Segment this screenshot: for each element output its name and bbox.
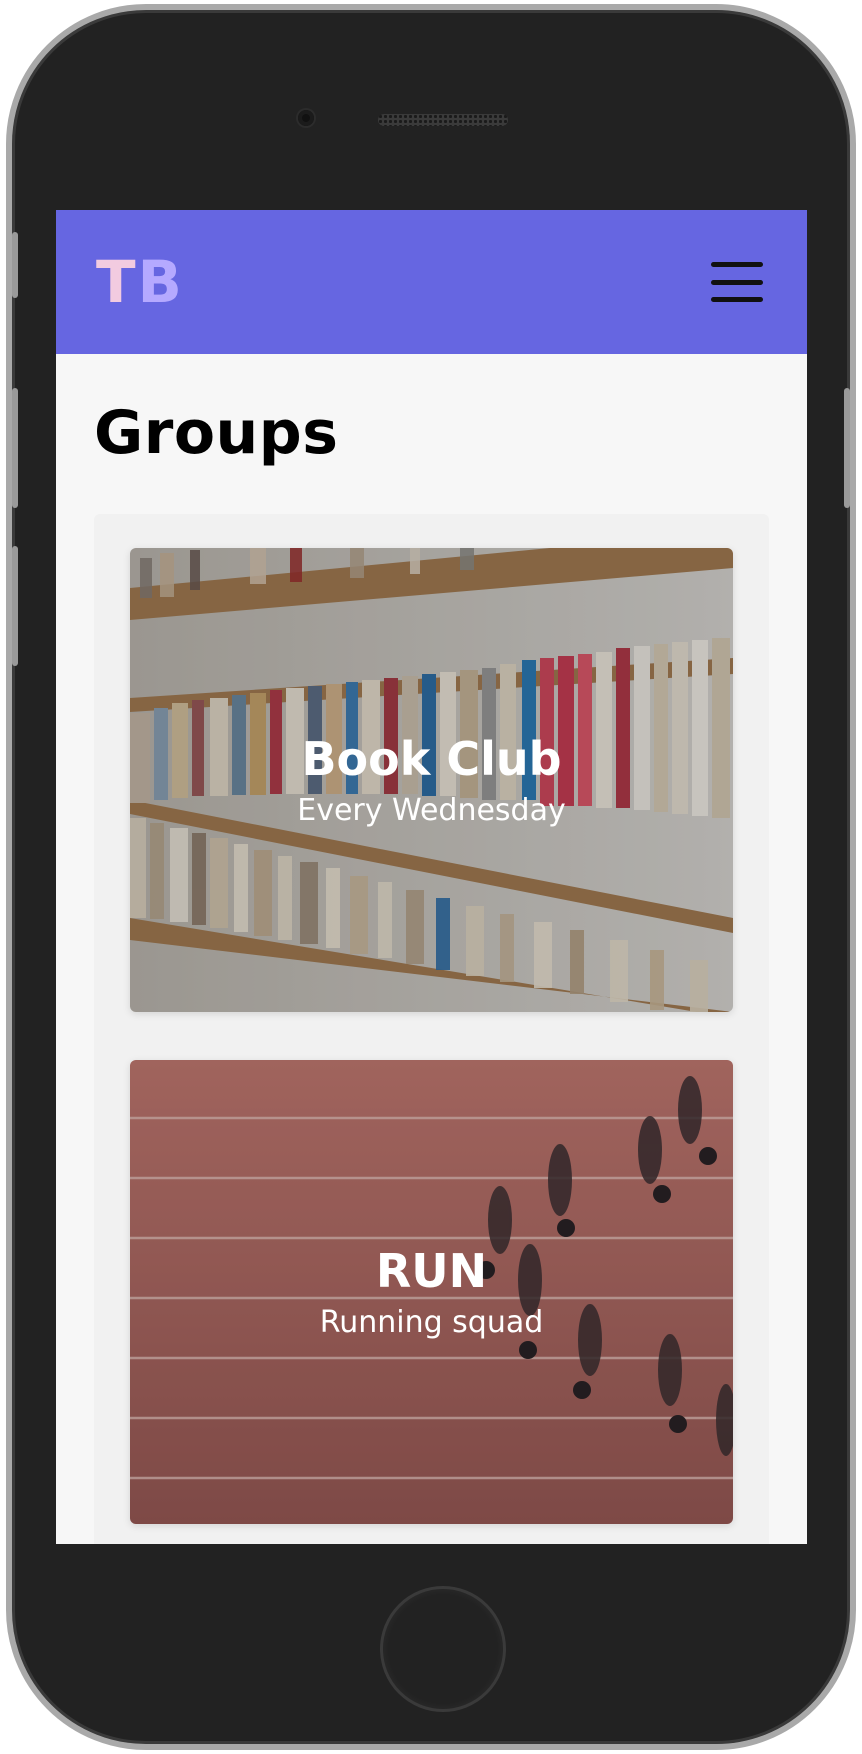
screen: TB Groups Book Club Every Wednesday RUN … xyxy=(56,210,807,1544)
group-subtitle: Every Wednesday xyxy=(297,793,566,829)
mute-switch xyxy=(12,232,18,298)
volume-up-button xyxy=(12,388,18,508)
menu-line xyxy=(711,279,763,285)
navbar: TB xyxy=(56,210,807,354)
logo-letter-b: B xyxy=(137,248,184,316)
menu-line xyxy=(711,262,763,267)
page-title: Groups xyxy=(94,398,339,468)
logo-letter-t: T xyxy=(96,248,138,316)
group-title: Book Club xyxy=(301,731,562,786)
group-title: RUN xyxy=(375,1243,488,1298)
home-button[interactable] xyxy=(380,1586,506,1712)
hamburger-menu-icon[interactable] xyxy=(711,262,763,302)
group-subtitle: Running squad xyxy=(319,1305,544,1341)
group-list: Book Club Every Wednesday RUN Running sq… xyxy=(94,514,769,1544)
logo[interactable]: TB xyxy=(96,248,184,316)
earpiece-speaker xyxy=(378,114,508,126)
group-card-run[interactable]: RUN Running squad xyxy=(130,1060,733,1524)
power-button xyxy=(844,388,850,508)
group-card-book-club[interactable]: Book Club Every Wednesday xyxy=(130,548,733,1012)
front-camera xyxy=(298,110,314,126)
card-text: RUN Running squad xyxy=(130,1060,733,1524)
menu-line xyxy=(711,297,763,302)
volume-down-button xyxy=(12,546,18,666)
card-text: Book Club Every Wednesday xyxy=(130,548,733,1012)
